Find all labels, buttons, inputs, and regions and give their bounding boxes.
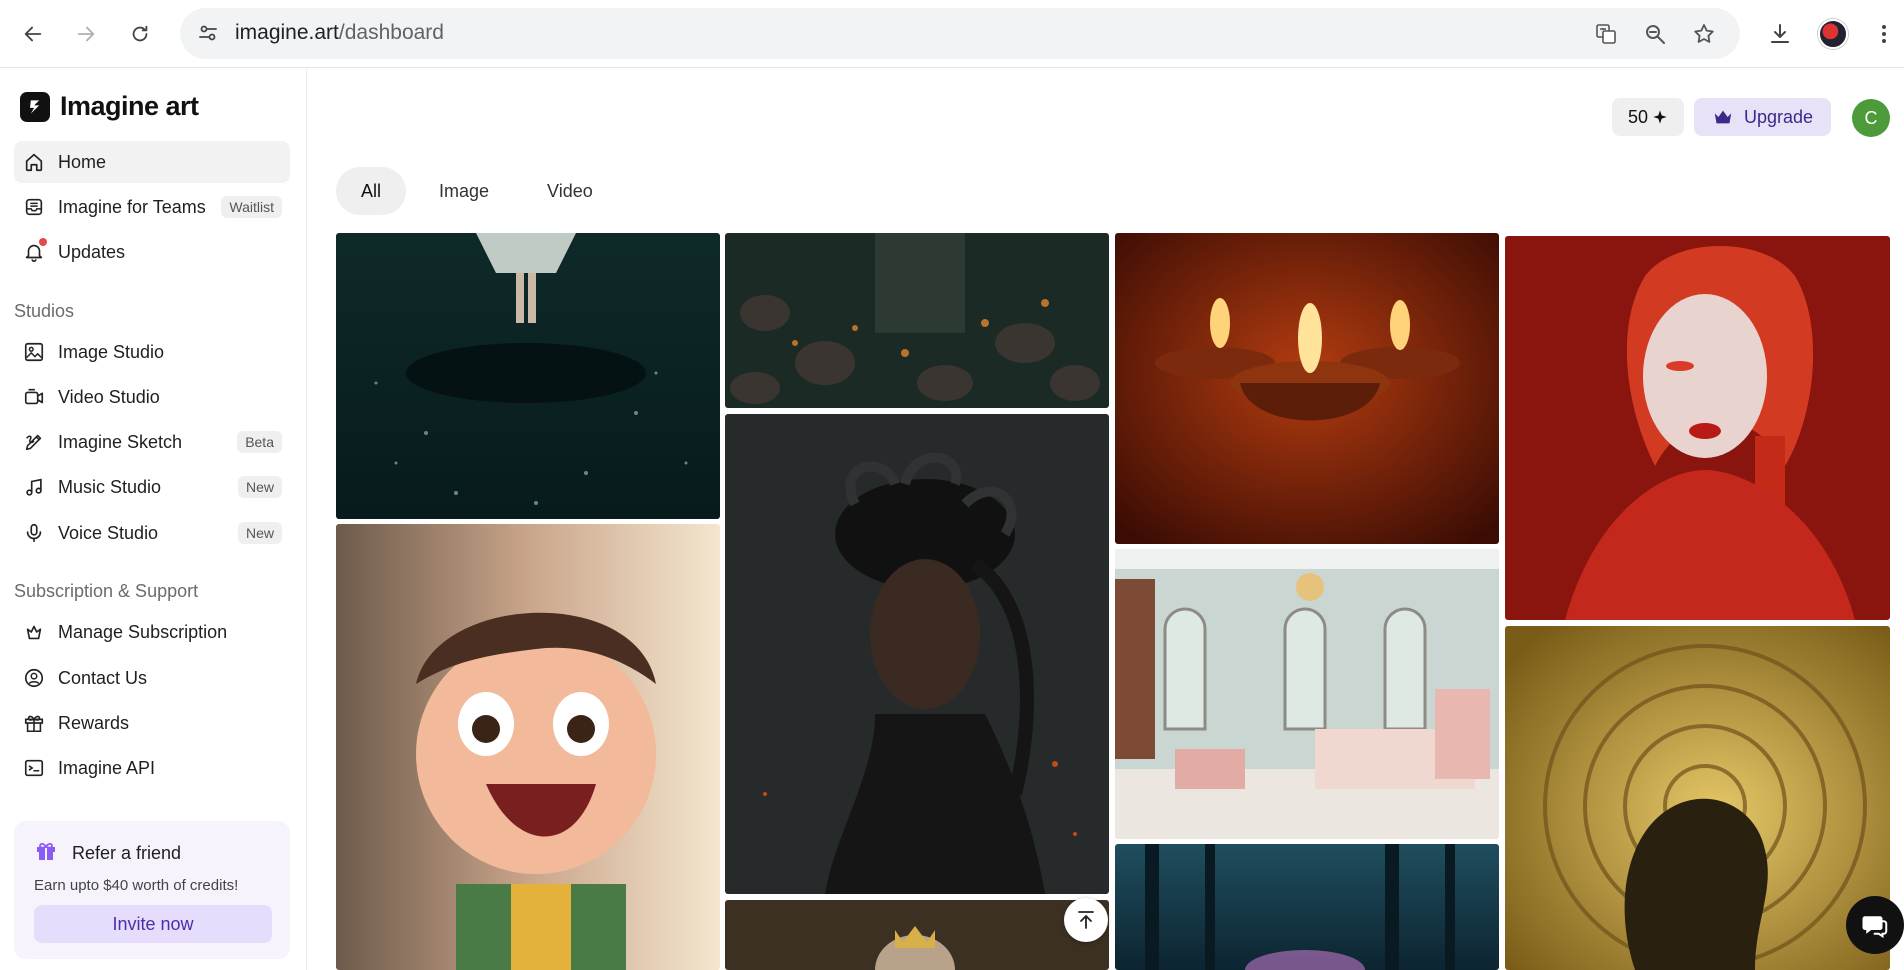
gallery-image-red-hair-woman[interactable] [1505,236,1890,620]
gallery-image-kitten-crown[interactable] [725,900,1109,970]
new-badge: New [237,522,282,544]
reload-button[interactable] [120,14,160,54]
chat-support-button[interactable] [1846,896,1904,954]
sidebar-item-updates[interactable]: Updates [14,231,290,273]
zoom-icon[interactable] [1641,20,1669,48]
music-icon [22,475,46,499]
chat-icon [1862,916,1888,939]
scroll-to-top-button[interactable] [1064,898,1108,942]
sidebar-item-music-studio[interactable]: Music Studio New [14,466,290,508]
downloads-icon[interactable] [1760,14,1800,54]
forward-button[interactable] [66,14,106,54]
sidebar-item-voice-studio[interactable]: Voice Studio New [14,512,290,554]
arrow-up-icon [1078,911,1094,929]
home-icon [22,150,46,174]
upgrade-label: Upgrade [1743,106,1814,127]
refer-title: Refer a friend [72,843,182,863]
imagine-logo-icon [20,91,50,122]
gallery-image-crying-boy[interactable] [336,524,720,970]
sidebar-item-manage-subscription[interactable]: Manage Subscription [14,611,290,653]
notification-dot [39,238,47,246]
gift-icon [34,839,58,868]
sidebar-item-contact-us[interactable]: Contact Us [14,657,290,699]
sidebar-item-label: Manage Subscription [58,621,228,642]
image-icon [22,340,46,364]
sidebar-item-home[interactable]: Home [14,141,290,183]
browser-toolbar: imagine.art/dashboard [0,0,1904,68]
api-icon [22,756,46,780]
brand-name: Imagine art [60,91,199,121]
gift-icon [22,711,46,735]
sidebar-item-label: Image Studio [58,341,165,362]
sidebar-item-label: Voice Studio [58,522,159,543]
crown-icon [1714,110,1732,124]
studios-section-title: Studios [14,301,75,321]
address-bar[interactable]: imagine.art/dashboard [180,8,1740,59]
refer-card: Refer a friend Earn upto $40 worth of cr… [14,821,290,959]
arrow-left-icon [24,26,42,42]
translate-icon[interactable] [1592,20,1620,48]
sidebar-item-label: Imagine Sketch [58,431,183,452]
bell-icon [22,238,47,264]
sidebar-item-label: Video Studio [58,386,160,407]
menu-kebab-icon[interactable] [1864,14,1904,54]
video-icon [22,385,46,409]
sidebar-item-rewards[interactable]: Rewards [14,702,290,744]
bookmark-star-icon[interactable] [1690,20,1718,48]
sidebar-item-label: Music Studio [58,476,162,497]
gallery-image-pink-bedroom[interactable] [1115,549,1499,839]
sparkle-icon [1653,110,1667,124]
gallery-image-medusa-woman[interactable] [725,414,1109,894]
sidebar-item-label: Imagine for Teams [58,196,206,217]
filter-tabs: All Image Video [336,167,618,215]
sidebar-item-imagine-sketch[interactable]: Imagine Sketch Beta [14,421,290,463]
reload-icon [132,25,148,42]
gallery-image-diya-candles[interactable] [1115,233,1499,544]
sidebar-item-imagine-api[interactable]: Imagine API [14,747,290,789]
refer-description: Earn upto $40 worth of credits! [34,877,239,894]
site-settings-icon[interactable] [196,21,220,45]
profile-avatar-icon[interactable] [1813,14,1853,54]
back-button[interactable] [13,14,53,54]
contact-icon [22,666,46,690]
brand-logo[interactable]: Imagine art [20,91,199,122]
url-text: imagine.art/dashboard [235,21,444,44]
beta-badge: Beta [237,431,282,453]
teams-icon [22,195,46,219]
gallery-image-maze-head[interactable] [1505,626,1890,970]
sidebar-item-video-studio[interactable]: Video Studio [14,376,290,418]
sidebar: Imagine art Home Imagine for Teams Waitl… [0,69,307,970]
tab-image[interactable]: Image [414,167,514,215]
gallery-image-mushroom-forest[interactable] [725,233,1109,408]
tab-video[interactable]: Video [522,167,618,215]
sidebar-item-label: Updates [58,241,126,262]
microphone-icon [22,521,46,545]
support-section-title: Subscription & Support [14,581,199,601]
tab-all[interactable]: All [336,167,407,215]
waitlist-badge: Waitlist [221,196,282,218]
credits-badge[interactable]: 50 [1612,98,1684,136]
sidebar-item-label: Rewards [58,712,130,733]
gallery-image-blue-forest[interactable] [1115,844,1499,970]
invite-now-button[interactable]: Invite now [34,905,272,943]
pen-icon [22,430,46,454]
sidebar-item-label: Home [58,151,107,172]
sidebar-item-label: Imagine API [58,757,156,778]
gallery-grid [336,233,1891,970]
sidebar-item-image-studio[interactable]: Image Studio [14,331,290,373]
arrow-right-icon [77,26,95,42]
sidebar-item-label: Contact Us [58,667,148,688]
sidebar-item-teams[interactable]: Imagine for Teams Waitlist [14,186,290,228]
gallery-image-ballerina-field[interactable] [336,233,720,519]
subscription-icon [22,620,46,644]
credits-count: 50 [1627,106,1649,127]
upgrade-button[interactable]: Upgrade [1694,98,1831,136]
user-avatar[interactable]: C [1852,99,1890,137]
new-badge: New [237,476,282,498]
